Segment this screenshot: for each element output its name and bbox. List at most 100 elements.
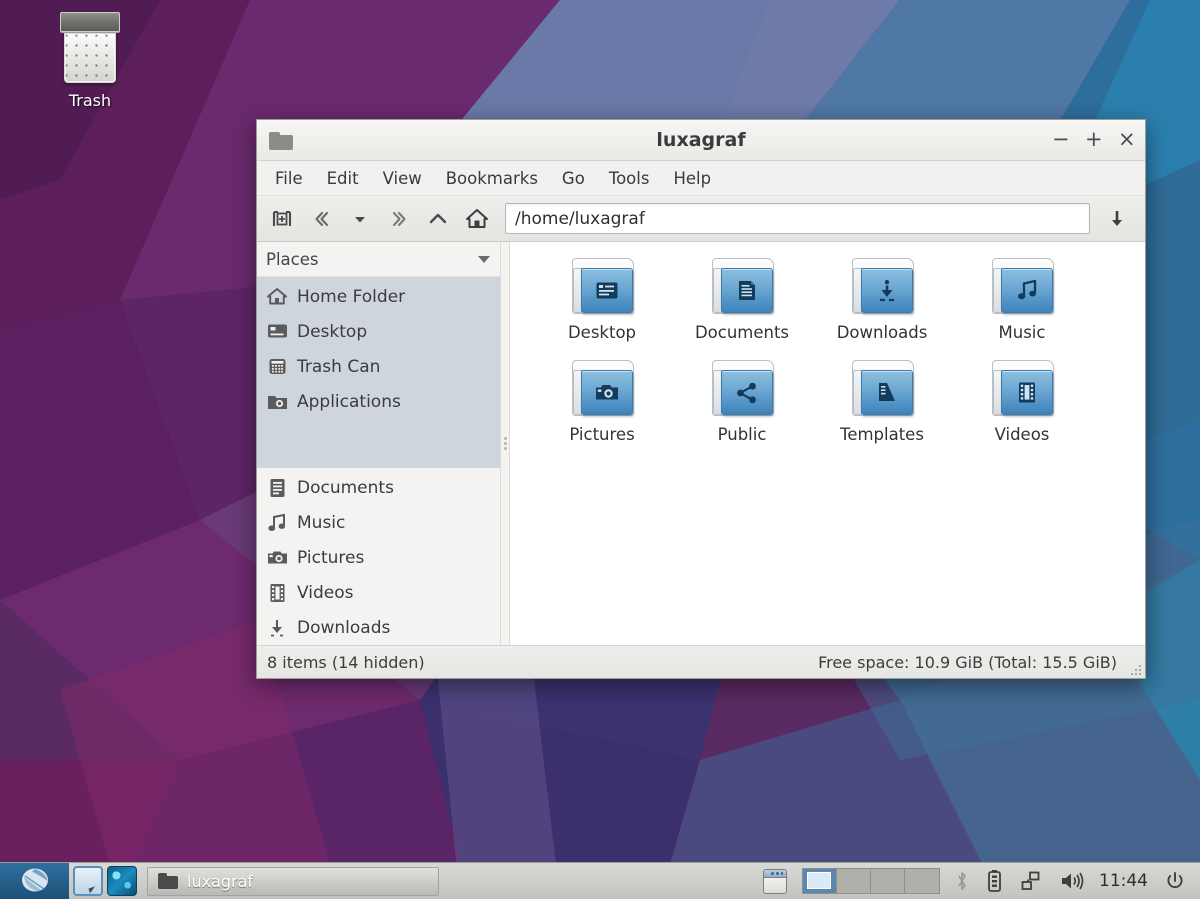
places-list: Home Folder Desktop [257, 277, 500, 468]
sidebar-item-label: Downloads [297, 618, 390, 638]
sidebar-item-home-folder[interactable]: Home Folder [257, 279, 500, 314]
battery-icon[interactable] [978, 863, 1011, 899]
file-item-pictures[interactable]: Pictures [532, 358, 672, 444]
sidebar-item-documents[interactable]: Documents [257, 470, 500, 505]
home-icon[interactable] [458, 202, 496, 236]
task-button-luxagraf[interactable]: luxagraf [147, 867, 439, 896]
file-item-public[interactable]: Public [672, 358, 812, 444]
document-icon [266, 477, 288, 499]
new-tab-icon[interactable] [263, 202, 301, 236]
workspace-3[interactable] [871, 869, 905, 893]
workspace-4[interactable] [905, 869, 939, 893]
desktop-icon-trash[interactable]: Trash [38, 12, 142, 110]
network-icon[interactable] [1011, 863, 1051, 899]
folder-icon [706, 358, 778, 420]
window-titlebar[interactable]: luxagraf − + × [257, 120, 1145, 161]
film-emblem-icon [1018, 382, 1036, 403]
menu-bookmarks[interactable]: Bookmarks [434, 166, 550, 191]
path-value: /home/luxagraf [515, 209, 645, 229]
toolbar: /home/luxagraf [257, 196, 1145, 242]
back-icon[interactable] [302, 202, 340, 236]
trash-icon [266, 356, 288, 378]
file-item-videos[interactable]: Videos [952, 358, 1092, 444]
sidebar-item-videos[interactable]: Videos [257, 575, 500, 610]
music-note-icon [266, 512, 288, 534]
statusbar: 8 items (14 hidden) Free space: 10.9 GiB… [257, 645, 1145, 678]
volume-icon[interactable] [1051, 863, 1095, 899]
window-body: Places Home Folder [257, 242, 1145, 645]
film-icon [266, 582, 288, 604]
file-grid: Desktop [532, 256, 1135, 444]
up-icon[interactable] [419, 202, 457, 236]
workspace-pager[interactable] [802, 868, 940, 894]
file-label: Pictures [569, 425, 634, 444]
sidebar-item-label: Desktop [297, 322, 367, 342]
music-emblem-icon [1017, 280, 1038, 301]
folder-icon [986, 358, 1058, 420]
file-list-pane[interactable]: Desktop [510, 242, 1145, 645]
sidebar-item-music[interactable]: Music [257, 505, 500, 540]
splitter-dots [504, 435, 507, 452]
sidebar-item-label: Home Folder [297, 287, 405, 307]
minimize-button[interactable]: − [1052, 129, 1069, 151]
folder-icon [706, 256, 778, 318]
launcher-group [69, 866, 141, 896]
sidebar-item-label: Documents [297, 478, 394, 498]
folder-icon [566, 358, 638, 420]
applications-menu-icon[interactable] [0, 863, 69, 899]
path-input[interactable]: /home/luxagraf [505, 203, 1090, 234]
sidebar-item-desktop[interactable]: Desktop [257, 314, 500, 349]
file-manager-launcher[interactable] [73, 866, 103, 896]
sidebar-item-label: Applications [297, 392, 401, 412]
sidebar-item-downloads[interactable]: Downloads [257, 610, 500, 645]
history-dropdown-icon[interactable] [341, 202, 379, 236]
file-manager-window: luxagraf − + × File Edit View Bookmarks … [256, 119, 1146, 679]
terminal-launcher[interactable] [107, 866, 137, 896]
menu-file[interactable]: File [270, 166, 315, 191]
open-location-icon[interactable] [1097, 202, 1137, 236]
resize-grip[interactable] [1127, 661, 1141, 675]
file-label: Public [718, 425, 767, 444]
power-icon[interactable] [1156, 863, 1194, 899]
menu-edit[interactable]: Edit [315, 166, 371, 191]
menu-go[interactable]: Go [550, 166, 597, 191]
applications-icon [266, 391, 288, 413]
camera-icon [266, 547, 288, 569]
sidebar-item-applications[interactable]: Applications [257, 384, 500, 419]
file-item-desktop[interactable]: Desktop [532, 256, 672, 342]
system-tray: 11:44 [754, 863, 1200, 899]
menu-tools[interactable]: Tools [597, 166, 662, 191]
sidebar-item-pictures[interactable]: Pictures [257, 540, 500, 575]
sidebar-item-label: Videos [297, 583, 354, 603]
file-label: Downloads [837, 323, 928, 342]
window-list-icon[interactable] [754, 863, 796, 899]
file-item-documents[interactable]: Documents [672, 256, 812, 342]
clock[interactable]: 11:44 [1095, 871, 1156, 891]
status-free-space: Free space: 10.9 GiB (Total: 15.5 GiB) [818, 653, 1137, 672]
menubar: File Edit View Bookmarks Go Tools Help [257, 161, 1145, 196]
maximize-button[interactable]: + [1085, 129, 1102, 151]
trash-lid [60, 12, 120, 32]
bluetooth-icon[interactable] [946, 863, 978, 899]
forward-icon[interactable] [380, 202, 418, 236]
menu-view[interactable]: View [371, 166, 434, 191]
places-sidebar: Places Home Folder [257, 242, 501, 645]
folder-icon [986, 256, 1058, 318]
file-item-downloads[interactable]: Downloads [812, 256, 952, 342]
sidebar-item-trash-can[interactable]: Trash Can [257, 349, 500, 384]
places-header[interactable]: Places [257, 242, 500, 277]
file-item-music[interactable]: Music [952, 256, 1092, 342]
workspace-1[interactable] [803, 869, 837, 893]
sidebar-item-label: Pictures [297, 548, 364, 568]
file-label: Desktop [568, 323, 636, 342]
sidebar-splitter[interactable] [501, 242, 510, 645]
desktop-icon-label: Trash [38, 91, 142, 110]
workspace-2[interactable] [837, 869, 871, 893]
menu-help[interactable]: Help [661, 166, 723, 191]
trash-body [64, 33, 116, 83]
close-button[interactable]: × [1118, 129, 1135, 151]
folder-icon [269, 130, 295, 151]
status-item-count: 8 items (14 hidden) [267, 653, 425, 672]
file-item-templates[interactable]: Templates [812, 358, 952, 444]
chevron-down-icon[interactable] [478, 256, 490, 263]
